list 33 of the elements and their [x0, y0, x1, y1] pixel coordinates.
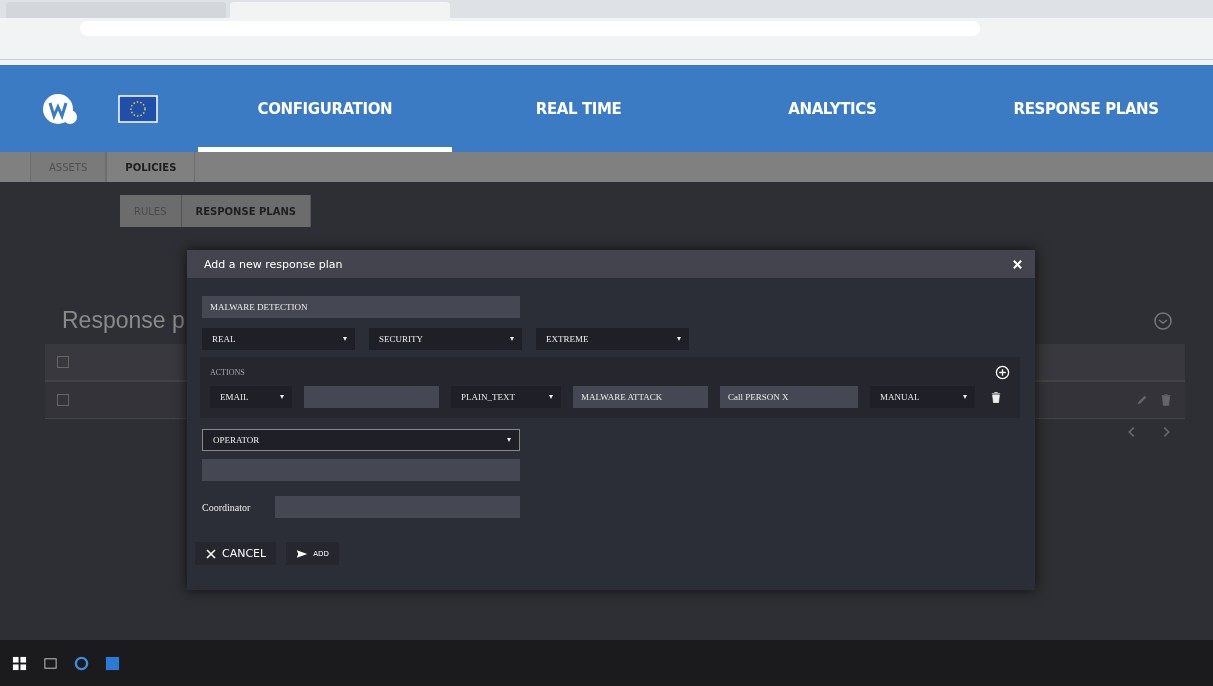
close-icon — [205, 547, 217, 560]
select-field[interactable]: SECURITY — [369, 328, 522, 350]
nav-tab[interactable]: REAL TIME — [451, 65, 706, 152]
dialog-title: Add a new response plan — [204, 257, 343, 271]
coordinator-label: Coordinator — [202, 501, 252, 513]
format-select[interactable]: PLAIN_TEXT — [451, 386, 561, 408]
trash-icon[interactable] — [991, 390, 1001, 404]
add-icon[interactable] — [995, 365, 1010, 380]
close-icon[interactable] — [1012, 258, 1023, 270]
subnav-tab[interactable]: POLICIES — [106, 152, 196, 182]
windows-icon[interactable] — [12, 655, 27, 671]
channel-select[interactable]: EMAIL — [210, 386, 292, 408]
pencil-icon[interactable] — [1135, 393, 1149, 407]
flag-icon — [118, 94, 158, 123]
checkbox[interactable] — [57, 394, 69, 406]
mode-select[interactable]: MANUAL — [870, 386, 975, 408]
nav-tab[interactable]: ANALYTICS — [705, 65, 960, 152]
nav-tab[interactable]: RESPONSE PLANS — [959, 65, 1213, 152]
input-field[interactable] — [202, 459, 520, 481]
name-field[interactable]: MALWARE DETECTION — [202, 296, 520, 318]
collapse-icon[interactable] — [1153, 310, 1173, 331]
select-field[interactable]: EXTREME — [536, 328, 689, 350]
actions-label: ACTIONS — [210, 368, 245, 377]
subject-field[interactable]: MALWARE ATTACK — [573, 386, 708, 408]
recipient-field[interactable] — [304, 386, 439, 408]
coordinator-field[interactable] — [275, 496, 520, 518]
operator-select[interactable]: OPERATOR — [202, 429, 520, 451]
message-field[interactable]: Call PERSON X — [720, 386, 858, 408]
dialog-button[interactable]: CANCEL — [195, 542, 277, 565]
task-view-icon[interactable] — [43, 655, 58, 671]
select-field[interactable]: REAL — [202, 328, 355, 350]
checkbox[interactable] — [57, 356, 69, 368]
page-title: Response p — [62, 307, 185, 334]
